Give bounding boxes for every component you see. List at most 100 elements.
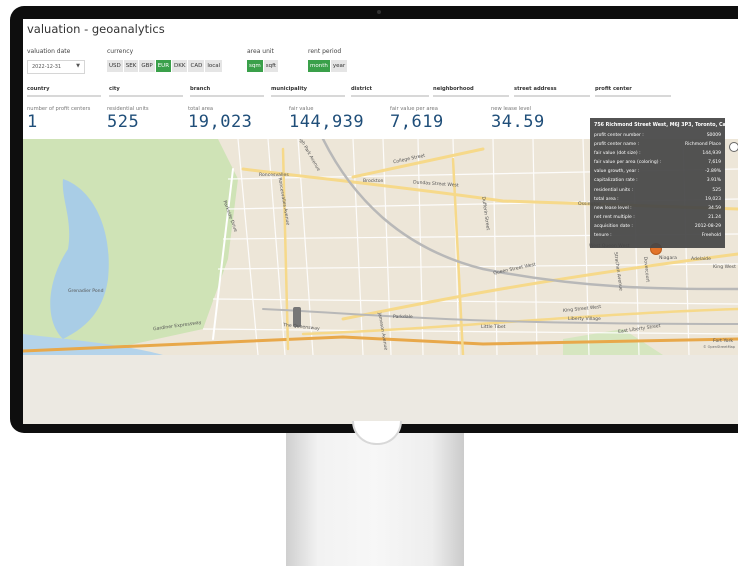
filter-underline bbox=[27, 95, 101, 97]
property-tooltip: 756 Richmond Street West, M6J 3P3, Toron… bbox=[590, 118, 738, 248]
tooltip-row: acquisition date : 2012-08-29 bbox=[590, 222, 725, 231]
tooltip-row: profit center number : S0009 bbox=[590, 131, 725, 140]
filter-profit-center[interactable]: profit center bbox=[595, 86, 671, 97]
label-fort-york: Fort York bbox=[713, 339, 733, 344]
tooltip-key: total area : bbox=[594, 196, 619, 202]
filter-profit-center-label: profit center bbox=[595, 86, 632, 92]
road-queen-street-west bbox=[341, 252, 738, 321]
tooltip-row: tenure : Freehold bbox=[590, 231, 725, 240]
kpi-value-residential-units: 525 bbox=[107, 112, 140, 132]
screen: valuation - geoanalytics valuation date … bbox=[23, 19, 738, 424]
tooltip-row: total area : 19,023 bbox=[590, 195, 725, 204]
tooltip-value: 34.59 bbox=[708, 205, 721, 211]
filter-district-label: district bbox=[351, 86, 372, 92]
tooltip-row: fair value (dot size) : 144,939 bbox=[590, 149, 725, 158]
rent-period-toggle-group: month year bbox=[308, 60, 348, 72]
tooltip-key: acquisition date : bbox=[594, 223, 633, 229]
area-unit-option-sqm[interactable]: sqm bbox=[247, 60, 263, 72]
rent-period-option-year[interactable]: year bbox=[330, 60, 348, 72]
tooltip-key: capitalization rate : bbox=[594, 178, 638, 184]
filter-country-label: country bbox=[27, 86, 50, 92]
label-liberty-village: Liberty Village bbox=[568, 317, 601, 322]
area-unit-option-sqft[interactable]: sqft bbox=[263, 60, 279, 72]
valuation-date-select[interactable]: 2022-12-31 ▼ bbox=[27, 60, 85, 74]
tooltip-key: tenure : bbox=[594, 233, 612, 239]
label-roncesvalles: Roncesvalles bbox=[259, 173, 289, 178]
tooltip-value: Richmond Place bbox=[685, 142, 721, 148]
rent-period-label: rent period bbox=[308, 48, 342, 55]
tooltip-row: value growth, year : -2.89% bbox=[590, 167, 725, 176]
tooltip-row: residential units : 525 bbox=[590, 186, 725, 195]
filter-branch[interactable]: branch bbox=[190, 86, 264, 97]
currency-label: currency bbox=[107, 48, 134, 55]
label-niagara: Niagara bbox=[659, 256, 677, 261]
camera-dot bbox=[377, 10, 381, 14]
tooltip-value: S0009 bbox=[706, 133, 721, 138]
tooltip-value: 21.24 bbox=[708, 214, 721, 220]
filter-street-address[interactable]: street address bbox=[514, 86, 590, 97]
tooltip-value: Freehold bbox=[701, 233, 721, 239]
filter-underline bbox=[514, 95, 590, 97]
map-attribution[interactable]: © OpenStreetMap bbox=[703, 345, 735, 349]
map-control-icon[interactable] bbox=[729, 142, 738, 152]
tooltip-row: profit center name : Richmond Place bbox=[590, 140, 725, 149]
tooltip-title: 756 Richmond Street West, M6J 3P3, Toron… bbox=[594, 123, 738, 128]
filter-municipality-label: municipality bbox=[271, 86, 308, 92]
filter-underline bbox=[109, 95, 183, 97]
valuation-date-value: 2022-12-31 bbox=[32, 64, 62, 70]
tooltip-key: residential units : bbox=[594, 187, 634, 193]
tooltip-key: net rent multiple : bbox=[594, 214, 635, 220]
label-parkdale: Parkdale bbox=[393, 315, 413, 320]
currency-option-cad[interactable]: CAD bbox=[188, 60, 205, 72]
monitor-stand bbox=[286, 433, 464, 566]
filter-underline bbox=[433, 95, 509, 97]
filter-neighborhood[interactable]: neighborhood bbox=[433, 86, 509, 97]
tooltip-value: -2.89% bbox=[705, 169, 721, 175]
tooltip-key: profit center name : bbox=[594, 142, 640, 148]
tooltip-value: 7,619 bbox=[708, 160, 721, 166]
area-unit-toggle-group: sqm sqft bbox=[247, 60, 279, 72]
tooltip-value: 19,023 bbox=[705, 196, 721, 202]
kpi-value-profit-centers: 1 bbox=[27, 112, 38, 132]
tooltip-key: value growth, year : bbox=[594, 169, 640, 175]
tooltip-value: 525 bbox=[712, 187, 721, 193]
tooltip-key: fair value per area (coloring) : bbox=[594, 160, 662, 166]
kpi-value-fair-value: 144,939 bbox=[289, 112, 365, 132]
tooltip-row: fair value per area (coloring) : 7,619 bbox=[590, 158, 725, 167]
filter-municipality[interactable]: municipality bbox=[271, 86, 345, 97]
filter-branch-label: branch bbox=[190, 86, 211, 92]
tooltip-row: net rent multiple : 21.24 bbox=[590, 213, 725, 222]
filter-underline bbox=[190, 95, 264, 97]
filter-street-address-label: street address bbox=[514, 86, 557, 92]
currency-option-dkk[interactable]: DKK bbox=[172, 60, 188, 72]
label-adelaide: Adelaide bbox=[691, 257, 711, 262]
currency-option-sek[interactable]: SEK bbox=[123, 60, 139, 72]
currency-option-eur[interactable]: EUR bbox=[155, 60, 172, 72]
monitor-frame: valuation - geoanalytics valuation date … bbox=[10, 6, 738, 433]
currency-option-usd[interactable]: USD bbox=[107, 60, 123, 72]
area-unit-label: area unit bbox=[247, 48, 274, 55]
valuation-date-label: valuation date bbox=[27, 48, 71, 55]
tooltip-value: 3.91% bbox=[706, 178, 721, 184]
filter-district[interactable]: district bbox=[351, 86, 429, 97]
tooltip-key: profit center number : bbox=[594, 133, 644, 138]
filter-city-label: city bbox=[109, 86, 120, 92]
kpi-value-total-area: 19,023 bbox=[188, 112, 253, 132]
filter-neighborhood-label: neighborhood bbox=[433, 86, 474, 92]
filter-city[interactable]: city bbox=[109, 86, 183, 97]
chevron-down-icon: ▼ bbox=[76, 63, 80, 69]
tooltip-value: 144,939 bbox=[702, 151, 721, 157]
tooltip-row: capitalization rate : 3.91% bbox=[590, 176, 725, 185]
currency-option-gbp[interactable]: GBP bbox=[139, 60, 155, 72]
tooltip-value: 2012-08-29 bbox=[694, 223, 721, 229]
filter-underline bbox=[595, 95, 671, 97]
currency-option-local[interactable]: local bbox=[205, 60, 223, 72]
kpi-value-new-lease-level: 34.59 bbox=[491, 112, 545, 132]
tooltip-key: new lease level : bbox=[594, 205, 632, 211]
filter-underline bbox=[351, 95, 429, 97]
rent-period-option-month[interactable]: month bbox=[308, 60, 330, 72]
filter-underline bbox=[271, 95, 345, 97]
filter-country[interactable]: country bbox=[27, 86, 101, 97]
page-title: valuation - geoanalytics bbox=[27, 22, 165, 36]
label-grenadier-pond: Grenadier Pond bbox=[68, 289, 104, 294]
